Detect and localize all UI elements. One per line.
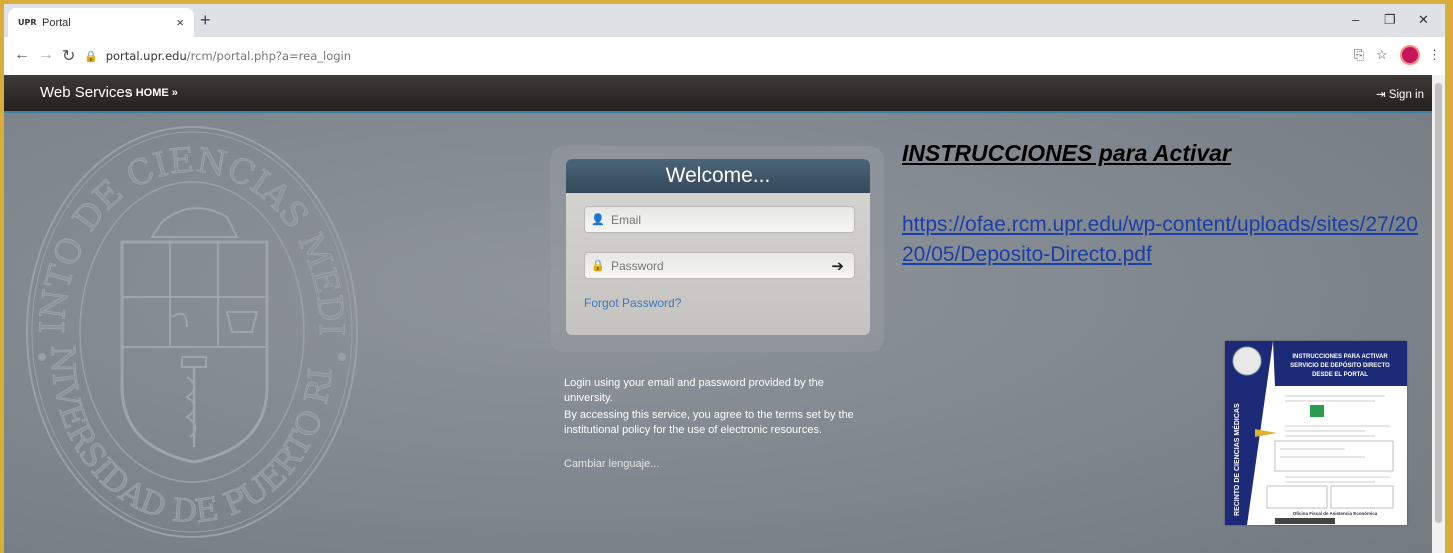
login-panel: Welcome... 👤 🔒 ➔ Forgot Password? <box>550 146 884 352</box>
tab-portal[interactable]: UPR Portal × <box>8 8 194 37</box>
university-seal-watermark: RECINTO DE CIENCIAS MEDICAS UNIVERSIDAD … <box>22 117 358 538</box>
scrollbar-thumb[interactable] <box>1435 83 1442 523</box>
home-link[interactable]: ⌂ HOME » <box>126 87 178 99</box>
url-text: portal.upr.edu/rcm/portal.php?a=rea_logi… <box>105 49 352 63</box>
login-instructions-text: Login using your email and password prov… <box>564 377 824 404</box>
lock-icon: 🔒 <box>84 50 98 63</box>
translate-icon[interactable]: ⎘ <box>1354 47 1364 63</box>
brand-title[interactable]: Web Services <box>40 84 132 101</box>
browser-window: UPR Portal × + – ❐ ✕ ← → ↻ 🔒 portal.upr.… <box>4 4 1445 553</box>
document-preview: INSTRUCCIONES PARA ACTIVAR SERVICIO DE D… <box>1225 341 1407 525</box>
signin-icon: ⇥ <box>1375 89 1389 101</box>
doc-footer: Oficina Fiscal de Asistencia Económica <box>1293 511 1378 516</box>
login-submit-icon[interactable]: ➔ <box>831 257 844 275</box>
doc-title-line1: INSTRUCCIONES PARA ACTIVAR <box>1292 354 1388 360</box>
page-scrollbar[interactable] <box>1432 75 1445 553</box>
lock-field-icon: 🔒 <box>591 260 605 272</box>
password-field[interactable]: 🔒 ➔ <box>584 252 855 279</box>
instructions-title: INSTRUCCIONES para Activar <box>902 140 1231 166</box>
email-field[interactable]: 👤 <box>584 206 855 233</box>
profile-avatar[interactable] <box>1400 45 1420 65</box>
doc-side-text: RECINTO DE CIENCIAS MÉDICAS <box>1232 403 1241 516</box>
star-icon[interactable]: ☆ <box>1376 47 1388 63</box>
close-window-icon[interactable]: ✕ <box>1418 12 1429 28</box>
user-icon: 👤 <box>591 214 605 226</box>
address-bar[interactable]: 🔒 portal.upr.edu/rcm/portal.php?a=rea_lo… <box>84 44 1384 68</box>
upr-favicon-icon: UPR <box>18 18 37 27</box>
instructions-document-thumbnail[interactable]: INSTRUCCIONES PARA ACTIVAR SERVICIO DE D… <box>1225 341 1407 525</box>
browser-toolbar: ← → ↻ 🔒 portal.upr.edu/rcm/portal.php?a=… <box>4 37 1445 76</box>
site-navbar: Web Services ⌂ HOME » ⇥ Sign in <box>4 75 1432 113</box>
restore-icon[interactable]: ❐ <box>1384 12 1396 28</box>
email-input[interactable] <box>609 211 854 228</box>
login-title: Welcome... <box>566 159 870 193</box>
tab-title: Portal <box>42 16 71 29</box>
doc-title-line3: DESDE EL PORTAL <box>1312 372 1368 378</box>
tab-strip: UPR Portal × + – ❐ ✕ <box>4 4 1445 37</box>
back-icon[interactable]: ← <box>14 46 30 64</box>
terms-notice-text: By accessing this service, you agree to … <box>564 409 854 436</box>
main-content: RECINTO DE CIENCIAS MEDICAS UNIVERSIDAD … <box>4 113 1432 553</box>
forgot-password-link[interactable]: Forgot Password? <box>584 296 681 310</box>
tab-close-icon[interactable]: × <box>176 15 184 30</box>
reload-icon[interactable]: ↻ <box>62 46 75 66</box>
minimize-icon[interactable]: – <box>1352 12 1359 27</box>
new-tab-button[interactable]: + <box>200 10 211 31</box>
menu-icon[interactable]: ⋮ <box>1428 47 1441 63</box>
change-language-link[interactable]: Cambiar lenguaje... <box>564 458 659 470</box>
forward-icon[interactable]: → <box>38 46 54 64</box>
login-card: Welcome... 👤 🔒 ➔ Forgot Password? <box>566 159 870 335</box>
home-icon: ⌂ <box>126 87 136 99</box>
password-input[interactable] <box>609 257 832 274</box>
instructions-pdf-link[interactable]: https://ofae.rcm.upr.edu/wp-content/uplo… <box>902 210 1422 270</box>
doc-title-line2: SERVICIO DE DEPÓSITO DIRECTO <box>1290 361 1390 369</box>
signin-link[interactable]: ⇥ Sign in <box>1376 87 1424 101</box>
